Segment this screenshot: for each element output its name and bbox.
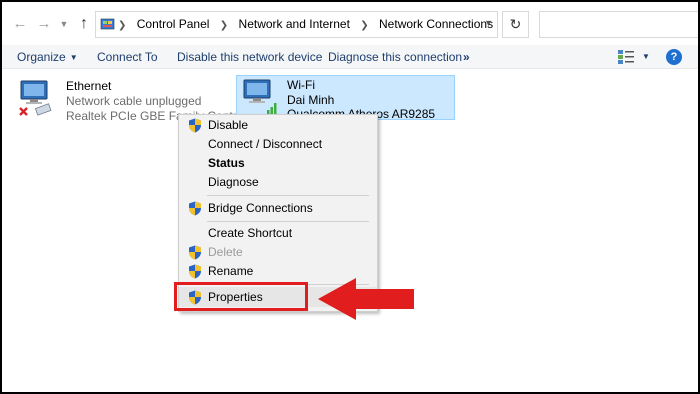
menu-separator [207, 195, 369, 196]
wifi-network: Dai Minh [287, 93, 335, 107]
breadcrumb: ❯ Control Panel ❯ Network and Internet ❯… [118, 12, 493, 37]
menu-item-label: Delete [208, 245, 243, 259]
properties-highlight-box [174, 282, 308, 311]
help-icon[interactable]: ? [666, 49, 682, 65]
breadcrumb-separator-icon: ❯ [219, 20, 229, 31]
menu-item-diagnose[interactable]: Diagnose [179, 172, 377, 192]
red-pointer-arrow-icon [318, 278, 414, 320]
menu-item-connect-disconnect[interactable]: Connect / Disconnect [179, 134, 377, 154]
breadcrumb-separator-icon: ❯ [118, 20, 127, 31]
wifi-name: Wi-Fi [287, 78, 315, 92]
disable-device-button[interactable]: Disable this network device [177, 45, 322, 69]
menu-item-label: Disable [208, 118, 249, 132]
refresh-button[interactable]: ↻ [502, 11, 529, 38]
breadcrumb-network-connections[interactable]: Network Connections [379, 17, 493, 31]
organize-label: Organize [17, 50, 66, 64]
address-bar[interactable]: ❯ Control Panel ❯ Network and Internet ❯… [95, 11, 498, 38]
menu-item-label: Diagnose [208, 175, 259, 189]
breadcrumb-control-panel[interactable]: Control Panel [137, 17, 210, 31]
address-dropdown-icon[interactable]: ▼ [484, 18, 493, 28]
change-view-icon[interactable] [618, 50, 634, 64]
view-options-chevron-icon[interactable]: ▼ [642, 45, 650, 69]
menu-item-label: Rename [208, 264, 254, 278]
forward-arrow-icon[interactable]: → [34, 14, 54, 34]
uac-shield-icon [189, 201, 201, 216]
breadcrumb-separator-icon: ❯ [360, 20, 369, 31]
recent-locations-chevron-icon[interactable]: ▼ [54, 14, 74, 34]
uac-shield-icon [189, 118, 201, 133]
wifi-adapter-icon [243, 79, 277, 114]
up-arrow-icon[interactable]: ↑ [74, 14, 94, 34]
command-bar: Organize ▼ Connect To Disable this networ… [2, 45, 698, 69]
menu-item-label: Bridge Connections [208, 201, 313, 215]
menu-item-label: Create Shortcut [208, 226, 293, 240]
ethernet-adapter-icon [19, 80, 52, 116]
menu-item-label: Connect / Disconnect [208, 137, 323, 151]
diagnose-connection-button[interactable]: Diagnose this connection [328, 45, 462, 69]
menu-item-bridge-connections[interactable]: Bridge Connections [179, 198, 377, 218]
back-arrow-icon[interactable]: ← [10, 14, 30, 34]
uac-shield-icon [189, 264, 201, 279]
chevron-down-icon: ▼ [69, 53, 78, 62]
menu-separator [207, 221, 369, 222]
menu-item-status[interactable]: Status [179, 153, 377, 173]
menu-item-disable[interactable]: Disable [179, 115, 377, 135]
menu-item-create-shortcut[interactable]: Create Shortcut [179, 223, 377, 243]
uac-shield-icon [189, 245, 201, 260]
ethernet-status: Network cable unplugged [66, 94, 202, 108]
explorer-window: ← → ▼ ↑ ❯ Control Panel ❯ Network and In… [2, 2, 698, 392]
control-panel-icon [100, 18, 115, 30]
connect-to-button[interactable]: Connect To [97, 45, 158, 69]
menu-item-label: Status [208, 156, 245, 170]
organize-button[interactable]: Organize ▼ [17, 45, 78, 69]
refresh-icon: ↻ [509, 16, 522, 32]
address-row: ← → ▼ ↑ ❯ Control Panel ❯ Network and In… [2, 2, 698, 45]
ethernet-name: Ethernet [66, 79, 112, 93]
breadcrumb-network-internet[interactable]: Network and Internet [239, 17, 350, 31]
more-commands-button[interactable]: » [463, 45, 470, 69]
menu-item-delete: Delete [179, 242, 377, 262]
search-input[interactable] [539, 11, 698, 38]
